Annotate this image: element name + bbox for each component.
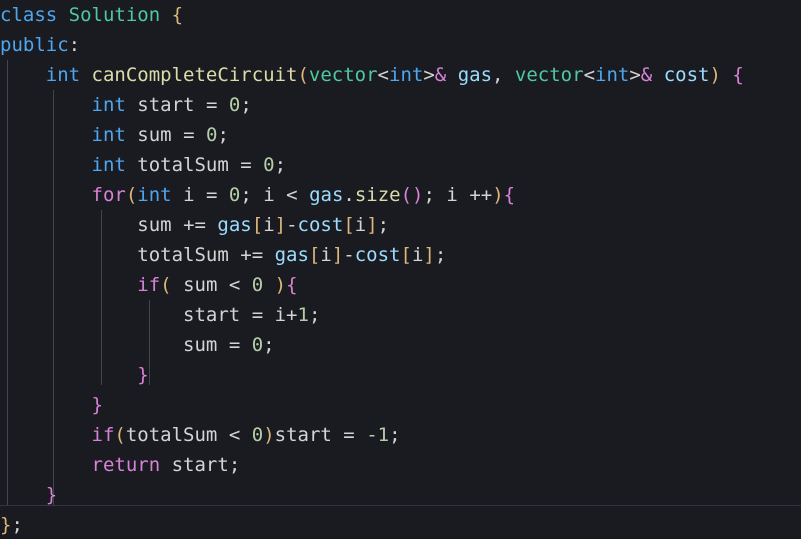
variable-start-assign: start [183,304,241,326]
code-content[interactable]: class Solution { public: int canComplete… [0,0,801,539]
number-zero-totalsum: 0 [263,154,275,176]
method-size: size [354,184,401,206]
section-separator [0,505,801,506]
variable-start-neg: start [274,424,332,446]
code-line-8[interactable]: sum += gas[i]-cost[i]; [0,210,801,240]
index-i-cost: i [354,214,367,236]
keyword-int-sum: int [91,124,126,146]
code-line-12[interactable]: sum = 0; [0,330,801,360]
code-line-5[interactable]: int sum = 0; [0,120,801,150]
variable-start-return: start [171,454,229,476]
keyword-return: return [91,454,161,476]
semicolon-class-end: ; [11,514,23,536]
index-i-cost-2: i [411,244,424,266]
code-line-15[interactable]: if(totalSum < 0)start = -1; [0,420,801,450]
function-name-cancompletecircuit: canCompleteCircuit [91,64,298,86]
number-zero-totalsum-cond: 0 [251,424,264,446]
keyword-int-totalsum: int [91,154,126,176]
brace-close-if: } [137,364,149,386]
number-zero-sum: 0 [205,124,218,146]
code-line-7[interactable]: for(int i = 0; i < gas.size(); i ++){ [0,180,801,210]
code-line-6[interactable]: int totalSum = 0; [0,150,801,180]
template-arg-int-cost: int [595,64,630,86]
class-name-solution: Solution [68,4,161,26]
brace-close-for: } [91,394,103,416]
code-line-14[interactable]: } [0,390,801,420]
number-loop-init: 0 [228,184,241,206]
brace-close-class: } [0,514,12,536]
template-arg-int-gas: int [389,64,424,86]
code-line-1[interactable]: class Solution { [0,0,801,30]
param-cost: cost [663,64,710,86]
keyword-int-start: int [91,94,126,116]
variable-sum-reset: sum [183,334,218,356]
code-line-9[interactable]: totalSum += gas[i]-cost[i]; [0,240,801,270]
keyword-int-loop: int [137,184,172,206]
variable-start-decl: start [137,94,195,116]
variable-cost-idx-2: cost [354,244,401,266]
type-vector-gas: vector [308,64,378,86]
variable-totalsum-cond: totalSum [125,424,218,446]
number-negative-one: -1 [366,424,390,446]
number-zero-reset: 0 [251,334,264,356]
type-vector-cost: vector [514,64,584,86]
number-zero-cond: 0 [251,274,264,296]
code-line-16[interactable]: return start; [0,450,801,480]
index-i-gas: i [263,214,275,236]
variable-sum-accum: sum [137,214,172,236]
variable-cost-idx: cost [297,214,344,236]
variable-i-decl: i [183,184,195,206]
variable-i-incr: i [446,184,458,206]
variable-totalsum-accum: totalSum [137,244,229,266]
variable-totalsum-decl: totalSum [137,154,229,176]
brace-close-function: } [45,484,58,506]
keyword-if-totalsum: if [91,424,115,446]
code-line-11[interactable]: start = i+1; [0,300,801,330]
variable-gas-idx-2: gas [274,244,309,266]
keyword-class: class [0,4,58,26]
number-one: 1 [297,304,309,326]
variable-i-plus: i [274,304,287,326]
brace-open-function: { [732,64,744,86]
code-line-10[interactable]: if( sum < 0 ){ [0,270,801,300]
param-gas: gas [457,64,493,86]
variable-gas-idx: gas [217,214,252,236]
code-line-13[interactable]: } [0,360,801,390]
variable-sum-decl: sum [137,124,172,146]
brace-open-for: { [503,184,516,206]
code-line-2[interactable]: public: [0,30,801,60]
keyword-if-sum: if [137,274,161,296]
code-line-4[interactable]: int start = 0; [0,90,801,120]
code-editor[interactable]: class Solution { public: int canComplete… [0,0,801,539]
code-line-3[interactable]: int canCompleteCircuit(vector<int>& gas,… [0,60,801,90]
variable-gas-size: gas [309,184,344,206]
colon-access-specifier: : [68,34,81,56]
variable-i-cond: i [263,184,275,206]
keyword-for: for [91,184,126,206]
code-line-18[interactable]: }; [0,510,801,539]
keyword-int-return-type: int [45,64,81,86]
keyword-public: public [0,34,69,56]
brace-open-class: { [171,4,184,26]
index-i-gas-2: i [320,244,332,266]
variable-sum-cond: sum [183,274,218,296]
number-zero-start: 0 [228,94,241,116]
brace-open-if: { [286,274,298,296]
